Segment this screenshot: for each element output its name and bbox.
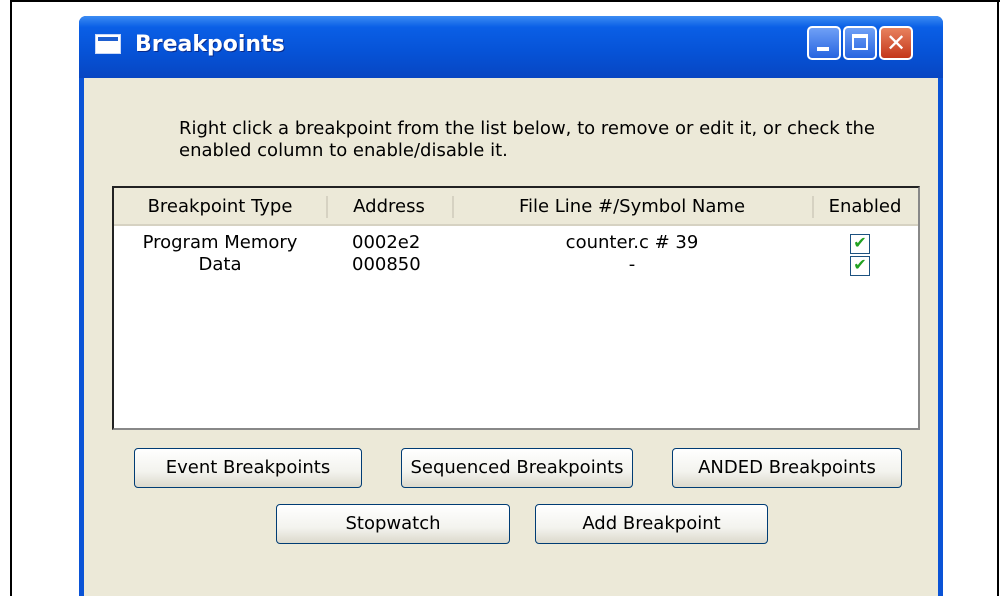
- breakpoint-type: Program Memory: [142, 232, 298, 253]
- breakpoint-type: Data: [198, 254, 242, 275]
- breakpoint-list[interactable]: Breakpoint Type Address File Line #/Symb…: [112, 186, 920, 430]
- breakpoint-address: 000850: [352, 254, 421, 275]
- list-header: Breakpoint Type Address File Line #/Symb…: [114, 188, 918, 226]
- minimize-button[interactable]: [807, 26, 841, 60]
- figure-frame-left: [10, 0, 12, 596]
- column-header-type[interactable]: Breakpoint Type: [114, 188, 326, 224]
- figure-frame-right: [997, 0, 999, 596]
- table-row[interactable]: Program Memory 0002e2 counter.c # 39 ✔: [114, 232, 918, 254]
- stopwatch-button[interactable]: Stopwatch: [276, 504, 510, 544]
- table-row[interactable]: Data 000850 - ✔: [114, 254, 918, 276]
- breakpoint-file-line: -: [628, 254, 636, 275]
- event-breakpoints-button[interactable]: Event Breakpoints: [134, 448, 362, 488]
- enabled-checkbox[interactable]: ✔: [850, 255, 870, 276]
- close-button[interactable]: ✕: [879, 26, 913, 60]
- breakpoint-address: 0002e2: [352, 232, 421, 253]
- window-title: Breakpoints: [135, 32, 285, 57]
- sequenced-breakpoints-button[interactable]: Sequenced Breakpoints: [401, 448, 633, 488]
- figure-frame-top: [10, 0, 1000, 2]
- dialog-body: Right click a breakpoint from the list b…: [84, 78, 938, 596]
- column-header-file[interactable]: File Line #/Symbol Name: [452, 188, 812, 224]
- column-header-enabled[interactable]: Enabled: [812, 188, 918, 224]
- anded-breakpoints-button[interactable]: ANDED Breakpoints: [672, 448, 902, 488]
- checkmark-icon: ✔: [853, 255, 867, 274]
- enabled-checkbox[interactable]: ✔: [850, 233, 870, 254]
- window-icon: [95, 34, 121, 54]
- close-icon: ✕: [885, 29, 907, 57]
- instructions-text: Right click a breakpoint from the list b…: [179, 118, 875, 161]
- maximize-button[interactable]: [843, 26, 877, 60]
- title-bar[interactable]: Breakpoints ✕: [79, 16, 943, 78]
- checkmark-icon: ✔: [853, 233, 867, 252]
- breakpoints-window: Breakpoints ✕ Right click a breakpoint f…: [79, 16, 943, 596]
- breakpoint-file-line: counter.c # 39: [565, 232, 699, 253]
- add-breakpoint-button[interactable]: Add Breakpoint: [535, 504, 768, 544]
- column-header-address[interactable]: Address: [326, 188, 452, 224]
